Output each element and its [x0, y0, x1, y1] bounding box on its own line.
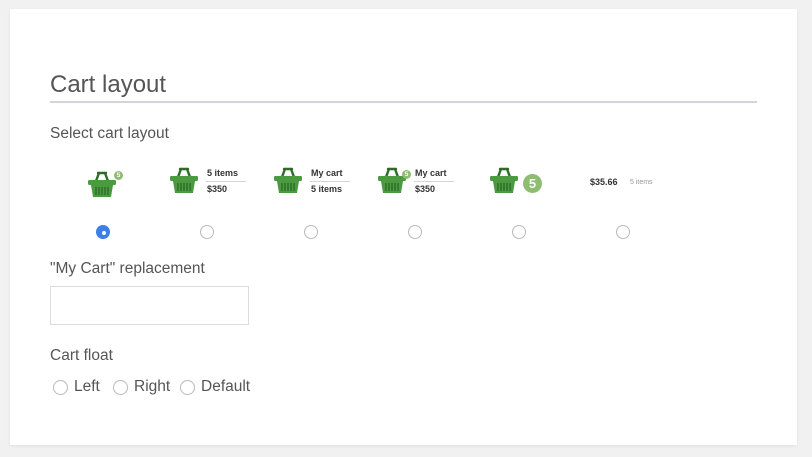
layout-option-6[interactable]: $35.66 5 items	[571, 167, 675, 239]
cart-price: $35.66	[590, 177, 618, 187]
layout-radio-2[interactable]	[200, 225, 214, 239]
float-option-label: Left	[74, 378, 100, 395]
layout-preview-1: 5	[51, 167, 155, 203]
layout-option-3[interactable]: My cart 5 items	[259, 167, 363, 239]
section-title: Cart layout	[50, 71, 167, 98]
float-radio-right[interactable]	[113, 380, 128, 395]
layout-preview-3: My cart 5 items	[259, 167, 363, 203]
cart-line-2: 5 items	[311, 184, 343, 194]
layout-radio-1[interactable]	[96, 225, 110, 239]
cart-count-badge: 5	[523, 174, 542, 193]
cart-line-1: My cart	[415, 168, 447, 178]
cart-item-count: 5 items	[630, 179, 653, 186]
cart-line-2: $350	[415, 184, 436, 194]
cart-line-1: My cart	[311, 168, 343, 178]
replacement-input[interactable]	[50, 286, 249, 325]
float-option-label: Right	[134, 378, 171, 395]
cart-summary: My cart 5 items	[310, 168, 350, 194]
layout-radio-3[interactable]	[304, 225, 318, 239]
shopping-basket-icon	[88, 171, 116, 197]
cart-float-label: Cart float	[50, 347, 113, 364]
cart-line-1: 5 items	[207, 168, 239, 178]
replacement-label: "My Cart" replacement	[50, 260, 205, 277]
layout-preview-5: 5	[467, 167, 571, 203]
cart-count-badge: 5	[402, 170, 411, 179]
layout-preview-4: 5 My cart $350	[363, 167, 467, 203]
settings-card: Cart layout Select cart layout 5 5 items…	[10, 9, 797, 445]
cart-line-2: $350	[207, 184, 228, 194]
cart-summary: 5 items $350	[206, 168, 246, 194]
section-divider	[50, 101, 757, 103]
float-radio-left[interactable]	[53, 380, 68, 395]
layout-option-1[interactable]: 5	[51, 167, 155, 239]
layout-option-2[interactable]: 5 items $350	[155, 167, 259, 239]
shopping-basket-icon	[274, 167, 302, 193]
layout-option-4[interactable]: 5 My cart $350	[363, 167, 467, 239]
layout-radio-5[interactable]	[512, 225, 526, 239]
layout-option-5[interactable]: 5	[467, 167, 571, 239]
cart-count-badge: 5	[114, 171, 123, 180]
select-layout-label: Select cart layout	[50, 125, 169, 142]
layout-radio-6[interactable]	[616, 225, 630, 239]
shopping-basket-icon	[490, 167, 518, 193]
layout-radio-4[interactable]	[408, 225, 422, 239]
float-option-label: Default	[201, 378, 251, 395]
cart-summary: My cart $350	[414, 168, 454, 194]
shopping-basket-icon	[170, 167, 198, 193]
layout-preview-2: 5 items $350	[155, 167, 259, 203]
layout-preview-6: $35.66 5 items	[571, 167, 675, 203]
float-radio-default[interactable]	[180, 380, 195, 395]
